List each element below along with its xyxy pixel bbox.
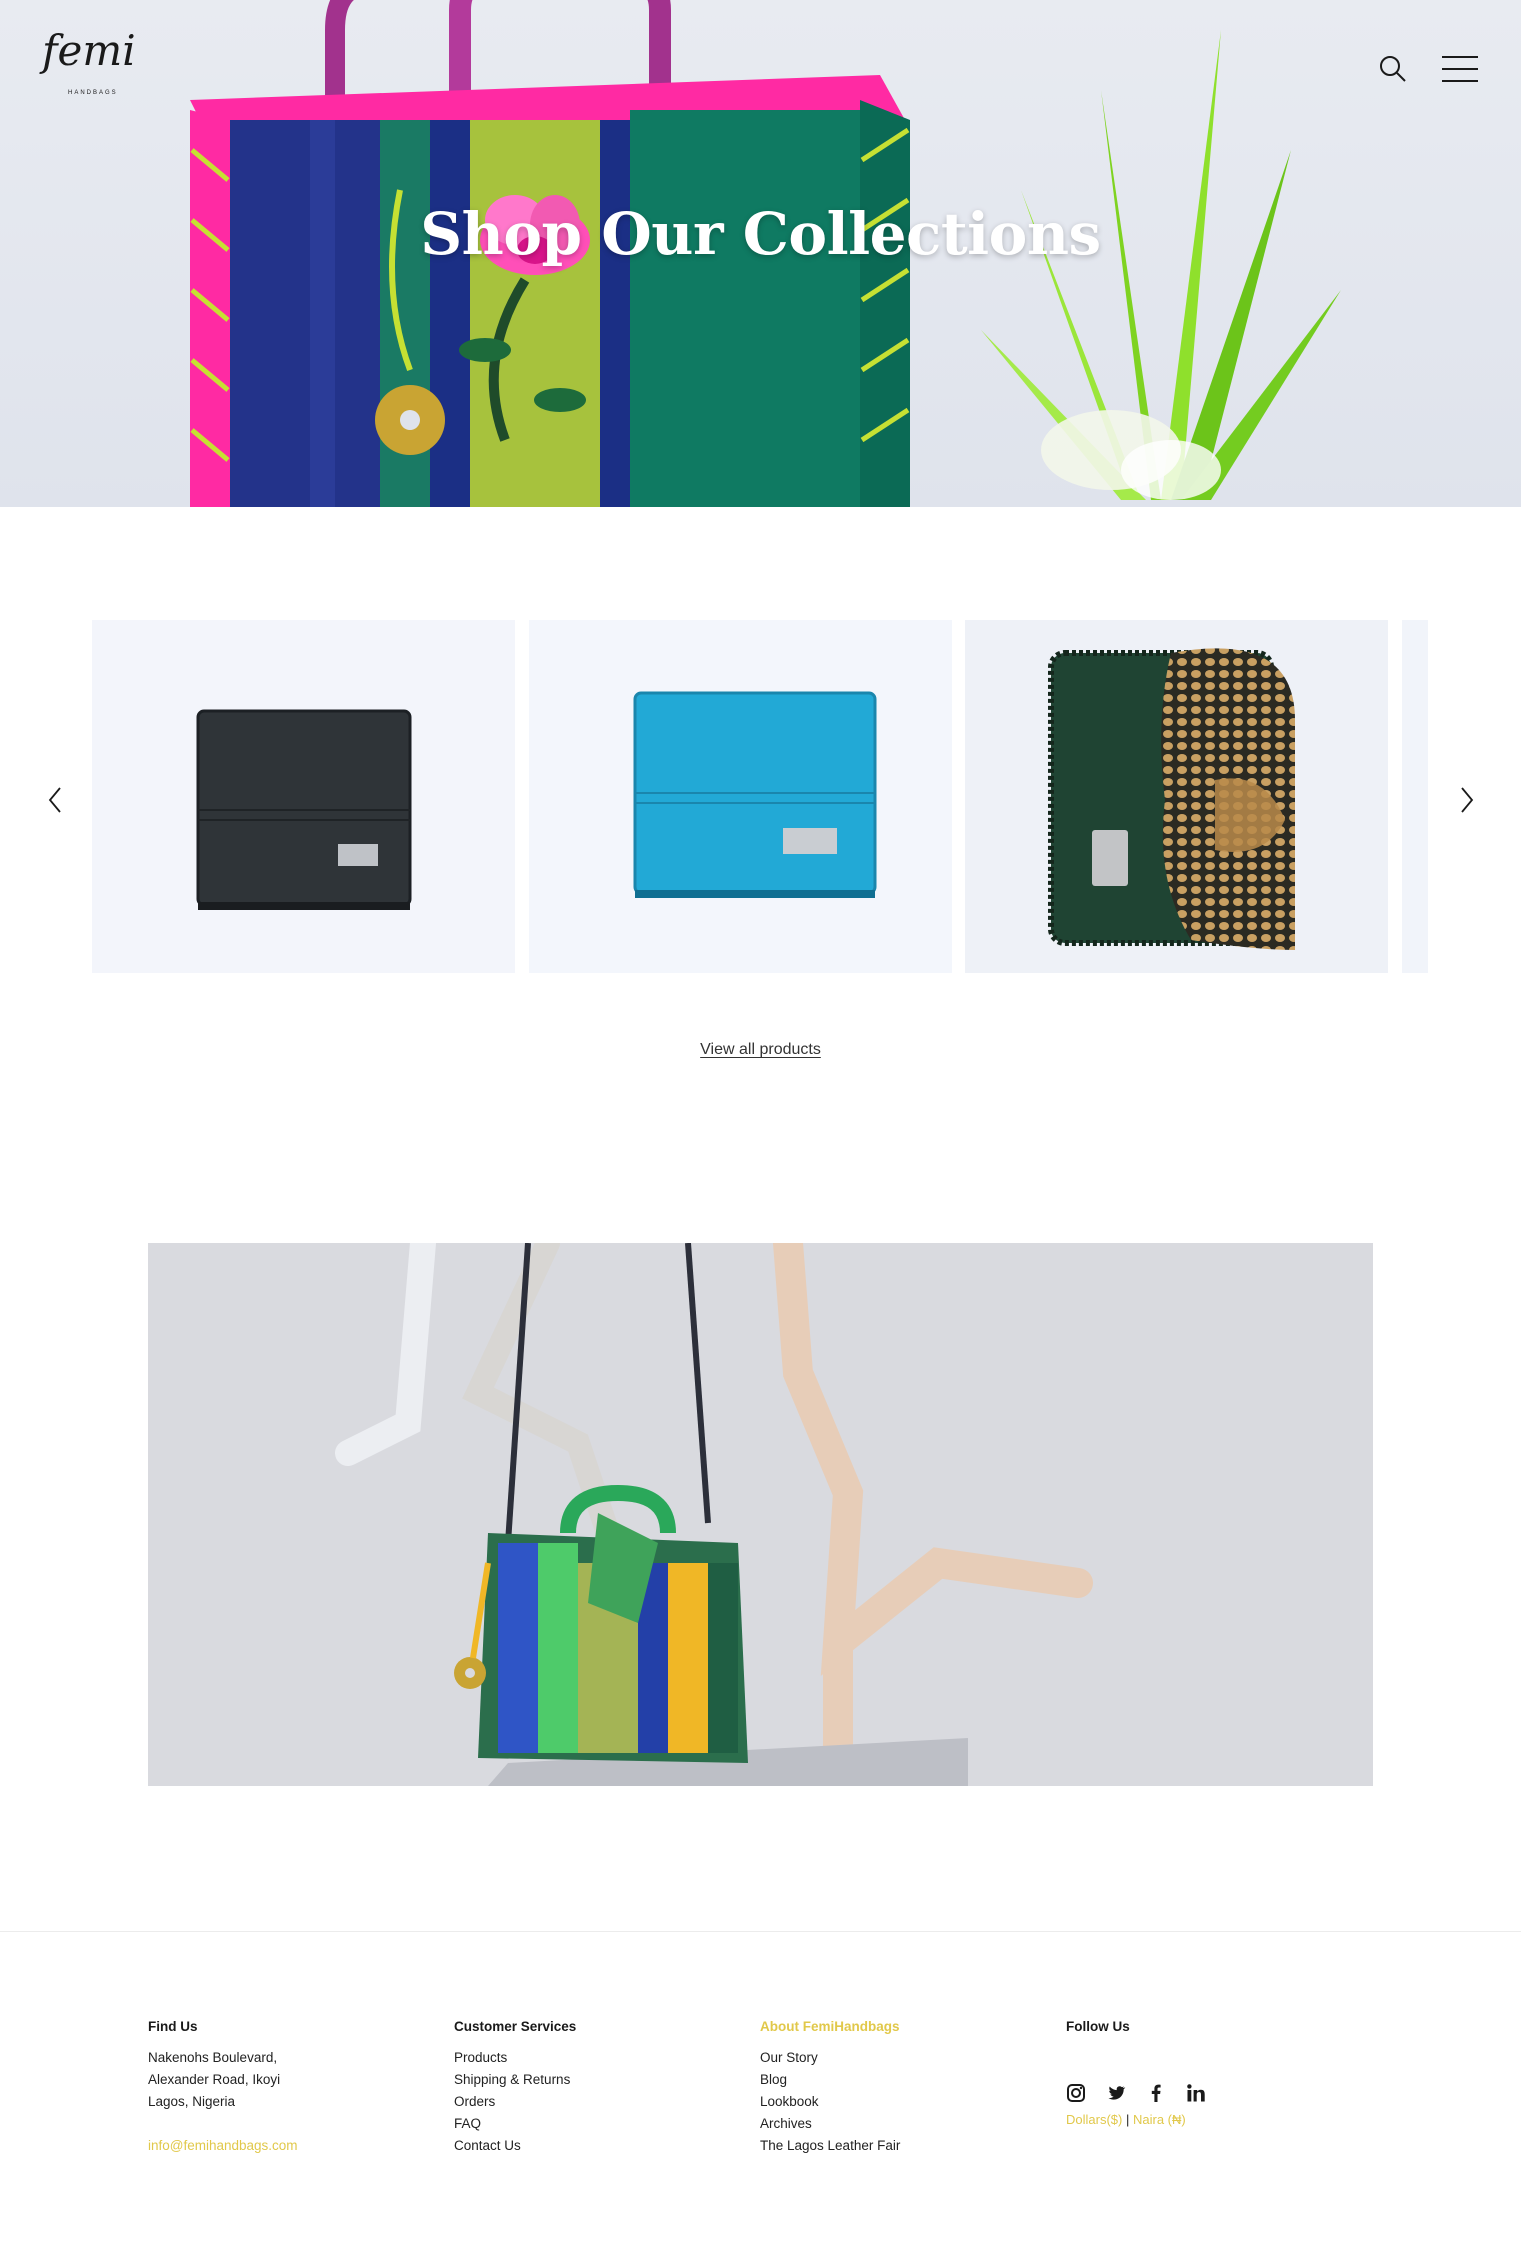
instagram-icon[interactable] (1066, 2083, 1086, 2103)
sculpture-handbag-image (148, 1243, 1373, 1786)
carousel-next-arrow-icon[interactable] (1454, 785, 1478, 815)
product-carousel (0, 620, 1521, 975)
follow-us-heading: Follow Us (1066, 2019, 1130, 2034)
customer-services-heading: Customer Services (454, 2019, 577, 2034)
carousel-prev-arrow-icon[interactable] (44, 785, 68, 815)
linkedin-icon[interactable] (1186, 2083, 1206, 2103)
hamburger-menu-icon[interactable] (1442, 55, 1478, 83)
currency-naira-link[interactable]: Naira (₦) (1133, 2112, 1186, 2127)
hero-banner: Shop Our Collections (0, 0, 1521, 507)
product-card[interactable] (965, 620, 1388, 973)
footer-follow-us: Follow Us Dollars($) | Naira (₦) (1066, 2016, 1206, 2131)
footer-customer-services: Customer Services Products Shipping & Re… (454, 2016, 576, 2157)
product-card-partial[interactable] (1402, 620, 1428, 973)
search-icon[interactable] (1378, 54, 1408, 84)
view-all-products: View all products (0, 1041, 1521, 1059)
footer-link-lookbook[interactable]: Lookbook (760, 2091, 900, 2113)
address-line: Nakenohs Boulevard, (148, 2050, 278, 2065)
view-all-products-link[interactable]: View all products (700, 1041, 821, 1058)
footer-link-shipping-returns[interactable]: Shipping & Returns (454, 2069, 576, 2091)
address-line: Alexander Road, Ikoyi (148, 2072, 281, 2087)
product-card[interactable] (529, 620, 952, 973)
address-line: Lagos, Nigeria (148, 2094, 236, 2109)
find-us-heading: Find Us (148, 2019, 198, 2034)
currency-dollars-link[interactable]: Dollars($) (1066, 2112, 1122, 2127)
logo-subtitle: HANDBAGS (68, 90, 118, 96)
facebook-icon[interactable] (1146, 2083, 1166, 2103)
currency-switcher: Dollars($) | Naira (₦) (1066, 2109, 1206, 2131)
footer-link-blog[interactable]: Blog (760, 2069, 900, 2091)
footer-find-us: Find Us Nakenohs Boulevard, Alexander Ro… (148, 2016, 298, 2157)
footer-link-archives[interactable]: Archives (760, 2113, 900, 2135)
femi-logo[interactable]: femi HANDBAGS (42, 30, 136, 102)
footer-divider (0, 1931, 1521, 1932)
product-card[interactable] (92, 620, 515, 973)
footer-link-products[interactable]: Products (454, 2047, 576, 2069)
black-wallet-image (92, 620, 515, 973)
social-links (1066, 2083, 1206, 2103)
footer-link-orders[interactable]: Orders (454, 2091, 576, 2113)
logo-text: femi (42, 26, 136, 75)
footer-link-contact-us[interactable]: Contact Us (454, 2135, 576, 2157)
lookbook-feature-image[interactable] (148, 1243, 1373, 1786)
footer-about: About FemiHandbags Our Story Blog Lookbo… (760, 2016, 900, 2157)
footer-link-our-story[interactable]: Our Story (760, 2047, 900, 2069)
twitter-icon[interactable] (1106, 2083, 1126, 2103)
python-clutch-image (965, 620, 1388, 973)
about-heading[interactable]: About FemiHandbags (760, 2016, 900, 2038)
footer-link-faq[interactable]: FAQ (454, 2113, 576, 2135)
hero-title: Shop Our Collections (420, 200, 1101, 268)
email-link[interactable]: info@femihandbags.com (148, 2135, 298, 2157)
footer-link-lagos-leather-fair[interactable]: The Lagos Leather Fair (760, 2135, 900, 2157)
currency-separator: | (1125, 2112, 1130, 2127)
turquoise-wallet-image (529, 620, 952, 973)
